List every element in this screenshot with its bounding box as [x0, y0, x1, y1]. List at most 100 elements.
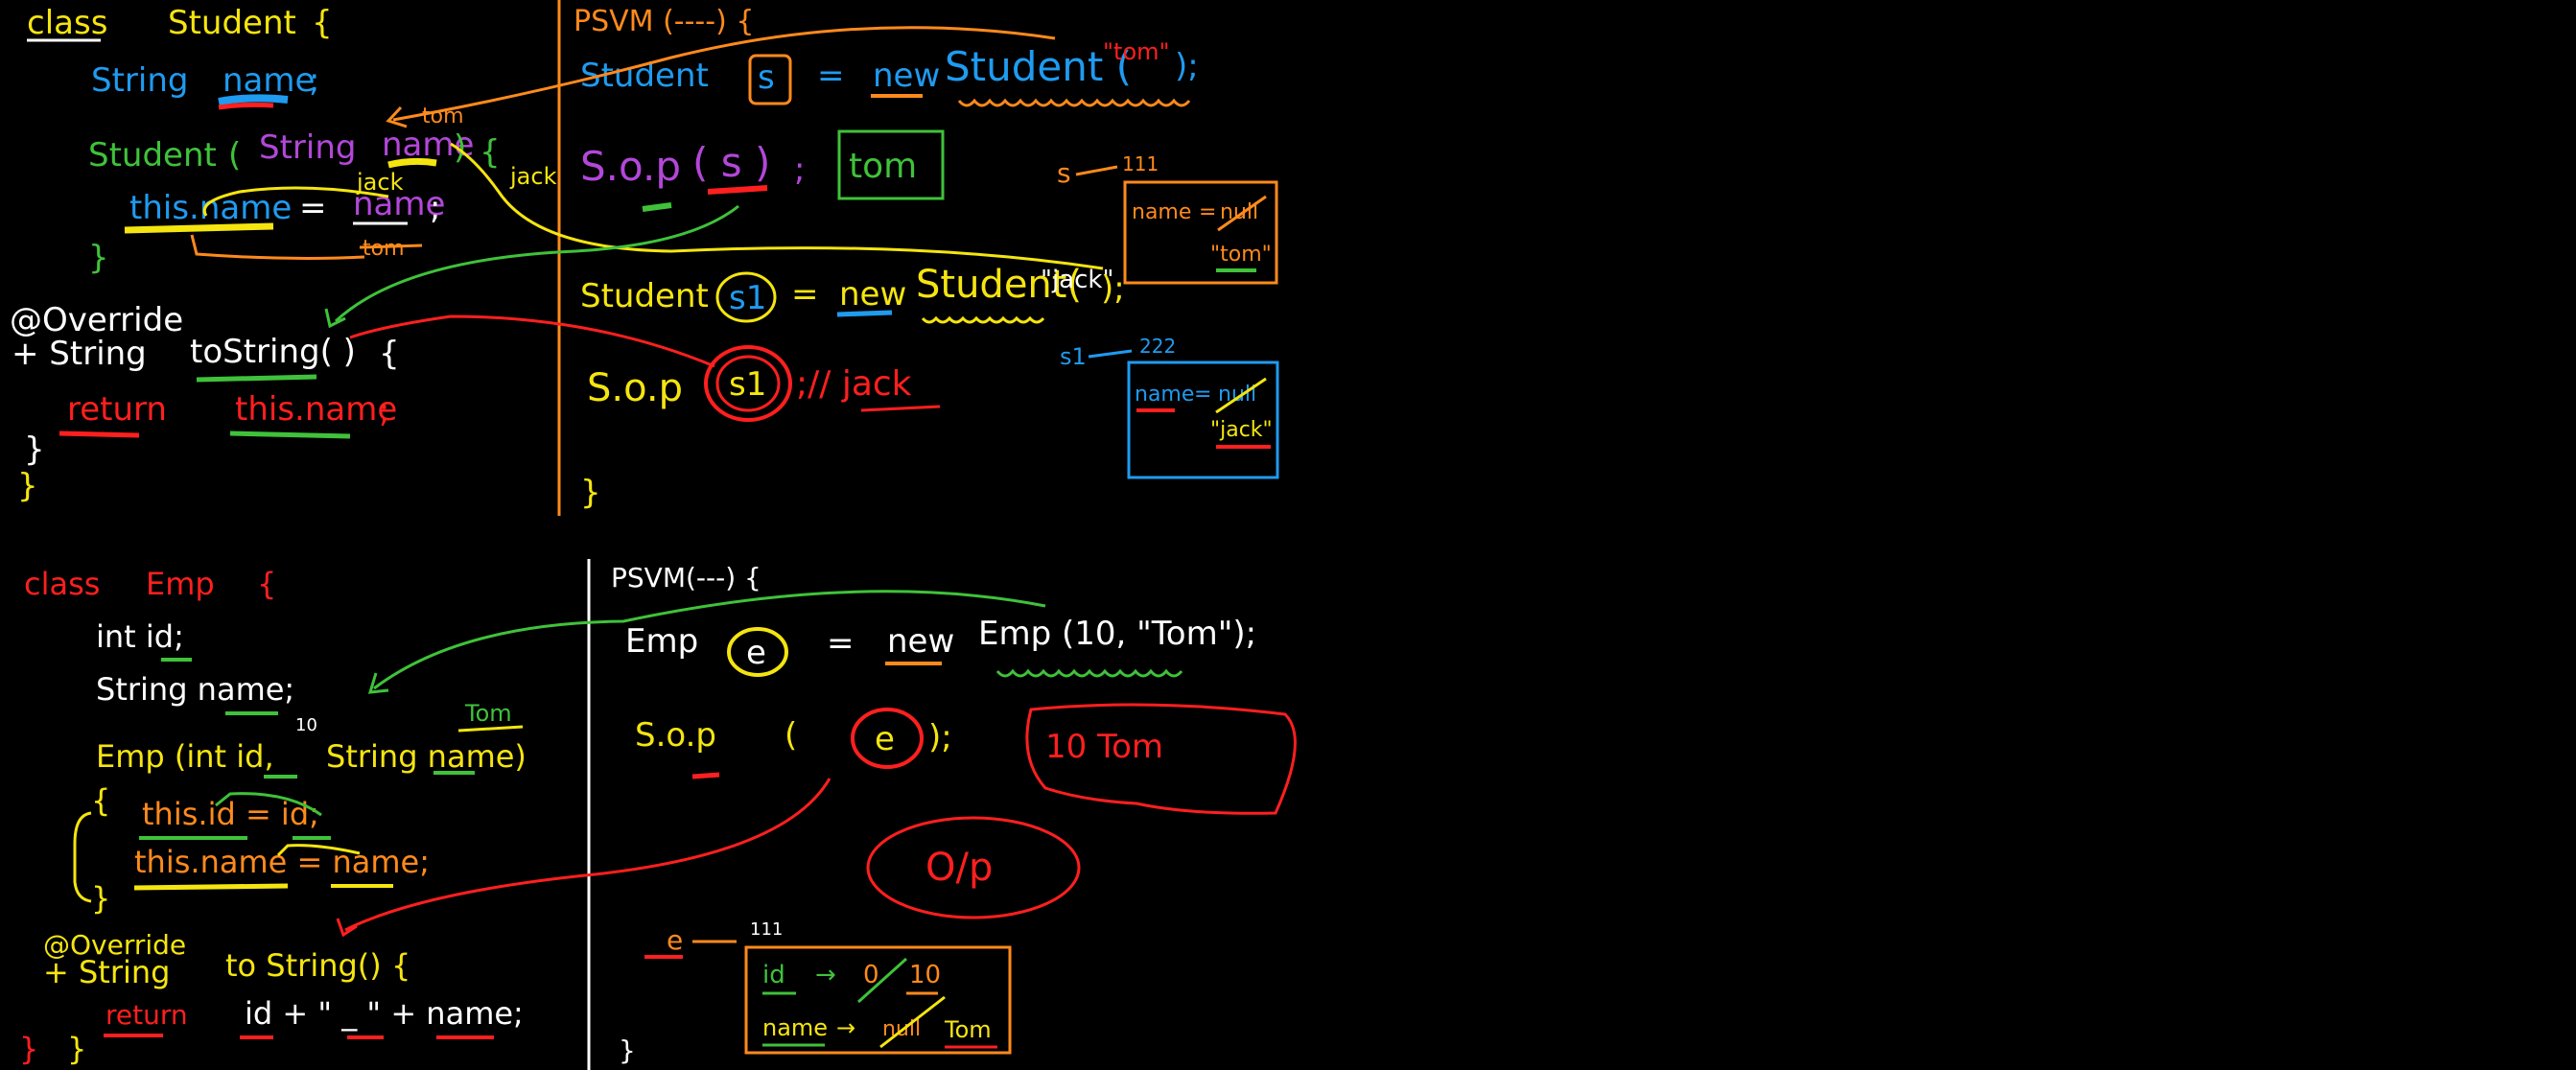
emp-mem-f1: id — [762, 961, 785, 989]
emp-decl-eq: = — [827, 624, 855, 663]
override-annotation: @Override — [10, 301, 183, 339]
emp-sop-out: 10 Tom — [1045, 728, 1163, 766]
note-jack-param: jack — [509, 163, 557, 190]
emp-field-name: String name; — [96, 671, 294, 708]
emp-decl-ctor: Emp (10, "Tom"); — [978, 615, 1256, 653]
wavy-underline-emp — [995, 668, 1183, 678]
psvm-signature: PSVM (----) { — [574, 5, 754, 38]
emp-assign-name: this.name = name; — [134, 844, 430, 880]
ctor-name: Student — [88, 136, 217, 174]
strike-tom — [359, 244, 423, 249]
ctor-end-brace: } — [88, 239, 109, 277]
emp-main-end: } — [619, 1035, 636, 1066]
class-keyword: class — [27, 4, 107, 42]
emp-main-code: PSVM(---) { Emp e = new Emp (10, "Tom");… — [611, 562, 1297, 1066]
underline-return-expr — [229, 430, 351, 439]
return-expression: this.name — [235, 390, 397, 429]
underline-emp-sop — [691, 772, 720, 779]
mem1-addr: 111 — [1122, 152, 1159, 175]
emp-note-tom: Tom — [464, 700, 512, 727]
arrow-red-sop2-to-tostring — [349, 314, 715, 368]
wavy-underline-1 — [957, 98, 1191, 107]
mem1-arrow — [1075, 165, 1118, 176]
method-end-brace: } — [24, 430, 45, 469]
emp-mem-f2: name — [762, 1014, 828, 1041]
emp-mem-new2: Tom — [944, 1016, 992, 1043]
sop-out-2: ;// jack — [796, 364, 912, 404]
student-decl-eq: = — [817, 57, 845, 95]
field-semicolon: ; — [309, 61, 319, 100]
emp-mem-new1: 10 — [909, 961, 941, 989]
sop-arg2: s1 — [729, 365, 766, 404]
underline-field-name — [218, 94, 289, 105]
student-decl-end: ); — [1175, 47, 1199, 85]
underline-assign-lhs — [124, 222, 274, 234]
arrowhead-red-2 — [336, 918, 358, 938]
emp-var: e — [746, 634, 766, 672]
underline-assign-this-name — [133, 883, 289, 891]
sop-arg-1: ( s ) — [692, 139, 770, 186]
mem2-arrow — [1088, 349, 1133, 359]
mem2-eq: = — [1194, 383, 1211, 407]
underline-new-2 — [836, 310, 893, 317]
whiteboard-canvas: class Student { String name ; Student ( … — [10, 0, 1297, 1070]
tostring-sig-b: toString( ) — [190, 333, 356, 371]
mem2-field: name — [1135, 383, 1194, 407]
field-type: String — [91, 61, 188, 100]
class-open-brace: { — [312, 4, 333, 42]
student-class-code: class Student { String name ; Student ( … — [10, 4, 557, 505]
field-name: name — [222, 61, 315, 100]
emp-ctor-bracket — [73, 811, 92, 903]
arrow-orange-param-to-field — [190, 234, 365, 260]
emp-ctor-sig-b: String name) — [326, 738, 527, 775]
mem1-ref: s — [1057, 157, 1071, 189]
emp-mem-ref: e — [667, 924, 683, 956]
assign-semicolon: ; — [430, 189, 440, 227]
emp-sop-var: e — [875, 720, 895, 758]
sop-semi-1: ; — [794, 151, 805, 189]
ctor-param-type: String — [259, 128, 356, 167]
emp-note-10: 10 — [295, 715, 317, 735]
wavy-underline-2 — [921, 315, 1045, 324]
mem2-addr: 222 — [1139, 335, 1176, 358]
mem2-old: null — [1218, 383, 1256, 407]
op-label: O/p — [925, 846, 993, 890]
emp-sop-close: ); — [928, 718, 952, 756]
mem1-box — [1123, 180, 1278, 285]
assign-lhs: this.name — [129, 189, 292, 227]
emp-mem-arrow2: → — [836, 1014, 855, 1041]
emp-decl-new: new — [887, 622, 954, 661]
emp-class-code: class Emp { int id; String name; Emp (in… — [19, 566, 527, 1067]
emp-return-expr: id + " _ " + name; — [245, 995, 524, 1032]
emp-tostring-a: + String — [43, 954, 170, 990]
student-main-code: PSVM (----) { Student s = new Student ( … — [574, 5, 1279, 512]
student-main-end: } — [580, 474, 601, 512]
underline-param-name — [387, 157, 437, 169]
ctor-open-paren: ( — [228, 136, 241, 174]
student-decl2-new: new — [839, 275, 906, 314]
underline-jack-out — [860, 405, 941, 412]
class-end-brace: } — [17, 467, 38, 505]
underline-return — [59, 430, 140, 438]
emp-return-kw: return — [105, 999, 188, 1031]
sop-call-1: S.o.p — [580, 143, 681, 190]
emp-class-name: Emp — [146, 566, 215, 602]
student-decl-new: new — [873, 57, 940, 95]
emp-field-id: int id; — [96, 618, 184, 655]
ctor-open-brace: { — [480, 133, 501, 172]
emp-ctor-close: } — [91, 880, 110, 917]
emp-psvm: PSVM(---) { — [611, 562, 761, 593]
mem1-old: null — [1220, 200, 1258, 224]
mem1-new: "tom" — [1210, 243, 1272, 267]
arrowhead-green-1 — [324, 308, 346, 329]
emp-decl-type: Emp — [625, 622, 698, 661]
output-tom: tom — [849, 147, 917, 186]
underline-sop-arg-1 — [707, 185, 768, 195]
student-decl2-end: ); — [1101, 269, 1125, 308]
emp-class-brace: { — [257, 566, 276, 602]
emp-tostring-b: to String() { — [225, 947, 410, 984]
return-semicolon: ; — [379, 392, 389, 430]
arrowhead-green-2 — [367, 672, 389, 694]
emp-mem-arrow1: → — [815, 961, 836, 989]
underline-emp-note-tom — [457, 725, 524, 733]
